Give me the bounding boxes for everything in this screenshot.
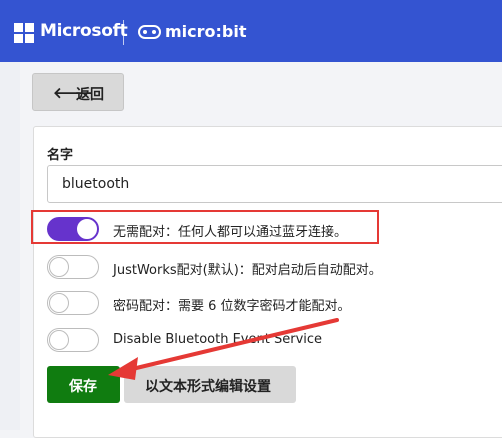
- edit-as-text-label: 以文本形式编辑设置: [145, 379, 271, 395]
- toggle-knob: [49, 257, 69, 277]
- name-label: 名字: [47, 148, 74, 163]
- back-button[interactable]: 🡐 返回: [32, 73, 124, 111]
- toggle-disable-event-service[interactable]: [47, 328, 99, 352]
- header-divider: [123, 20, 124, 45]
- top-bar: Microsoft micro:bit: [0, 0, 502, 62]
- option-label-justworks: JustWorks配对(默认)：配对启动后自动配对。: [113, 263, 382, 278]
- edit-as-text-button[interactable]: 以文本形式编辑设置: [124, 366, 296, 403]
- product-name: micro:bit: [165, 22, 247, 41]
- microbit-logo-icon: [138, 25, 161, 39]
- microsoft-logo-icon: [14, 23, 34, 43]
- highlight-box: [31, 210, 379, 244]
- option-label-passkey: 密码配对：需要 6 位数字密码才能配对。: [113, 299, 351, 314]
- back-button-label: 返回: [76, 87, 104, 103]
- option-label-disable-event-service: Disable Bluetooth Event Service: [113, 332, 323, 347]
- toggle-knob: [49, 293, 69, 313]
- toggle-justworks[interactable]: [47, 255, 99, 279]
- save-button-label: 保存: [69, 379, 97, 395]
- background-strip: [0, 62, 20, 430]
- toggle-knob: [49, 330, 69, 350]
- save-button[interactable]: 保存: [47, 366, 120, 403]
- brand-name: Microsoft: [40, 21, 128, 41]
- name-input[interactable]: [47, 165, 502, 203]
- toggle-passkey[interactable]: [47, 291, 99, 315]
